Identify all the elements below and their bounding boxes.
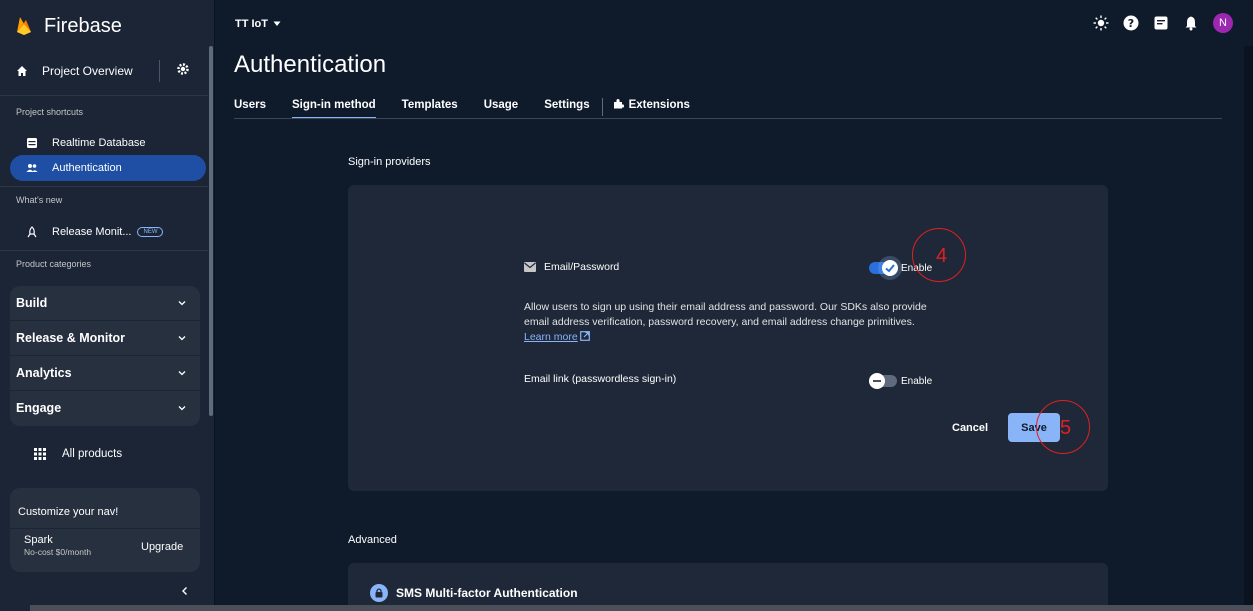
bell-icon[interactable]: [1183, 15, 1199, 31]
overview-divider: [159, 60, 160, 82]
category-label: Build: [16, 296, 48, 310]
tab-divider: [601, 98, 603, 116]
taskbar-strip: [30, 605, 1253, 611]
category-release-monitor[interactable]: Release & Monitor: [10, 321, 200, 355]
customize-nav-title: Customize your nav!: [18, 506, 119, 518]
extensions-icon: [613, 99, 624, 109]
tab-sign-in-method[interactable]: Sign-in method: [291, 96, 376, 119]
tab-extensions[interactable]: Extensions: [613, 96, 690, 118]
section-whats-new: What's new: [16, 195, 63, 205]
open-in-new-icon: [579, 331, 590, 341]
tab-settings[interactable]: Settings: [544, 96, 589, 118]
category-analytics[interactable]: Analytics: [10, 356, 200, 390]
sms-mfa-item[interactable]: SMS Multi-factor Authentication: [370, 584, 578, 602]
sidebar-item-authentication[interactable]: Authentication: [10, 155, 206, 181]
sidebar-divider: [0, 95, 208, 96]
sidebar-item-realtime-database[interactable]: Realtime Database: [10, 130, 206, 156]
apps-grid-icon: [34, 448, 46, 460]
sidebar-item-release-monitor[interactable]: Release Monit... NEW: [10, 219, 206, 245]
category-build[interactable]: Build: [10, 286, 200, 320]
plan-name: Spark: [24, 534, 53, 546]
project-name: TT IoT: [235, 18, 268, 30]
plan-info: Spark No-cost $0/month: [24, 534, 91, 558]
database-icon: [27, 138, 37, 148]
learn-more-link[interactable]: Learn more: [524, 331, 578, 343]
sign-in-providers-heading: Sign-in providers: [348, 156, 431, 168]
caret-down-icon: [273, 21, 281, 26]
tab-users[interactable]: Users: [234, 96, 266, 118]
sidebar-divider: [0, 250, 208, 251]
svg-text:?: ?: [1128, 17, 1134, 30]
cancel-button[interactable]: Cancel: [952, 422, 988, 434]
tab-bar: Users Sign-in method Templates Usage Set…: [234, 96, 716, 119]
sidebar-item-label: Authentication: [52, 162, 122, 174]
upgrade-button[interactable]: Upgrade: [141, 541, 183, 553]
plan-price: No-cost $0/month: [24, 547, 92, 557]
tab-usage[interactable]: Usage: [484, 96, 519, 118]
email-link-toggle[interactable]: [869, 373, 897, 389]
main-scrollbar[interactable]: [1244, 46, 1253, 611]
new-badge: NEW: [137, 227, 164, 237]
firebase-logo-icon: [17, 17, 31, 35]
section-product-categories: Product categories: [16, 259, 92, 269]
email-password-toggle[interactable]: [869, 260, 898, 276]
tab-extensions-label: Extensions: [628, 99, 690, 111]
people-icon: [26, 164, 38, 172]
category-label: Engage: [16, 401, 62, 415]
page-title: Authentication: [234, 51, 387, 78]
category-label: Release & Monitor: [16, 331, 126, 345]
description-text: Allow users to sign up using their email…: [524, 301, 927, 328]
minus-icon: [873, 380, 881, 382]
tab-templates[interactable]: Templates: [402, 96, 458, 118]
email-link-enable-label: Enable: [901, 376, 933, 387]
email-link-label: Email link (passwordless sign-in): [524, 373, 677, 385]
lock-icon: [370, 584, 388, 602]
sidebar: Firebase Project Overview Project shortc…: [0, 0, 215, 611]
customize-nav-card[interactable]: Customize your nav!: [10, 488, 200, 572]
avatar[interactable]: N: [1213, 13, 1233, 33]
category-engage[interactable]: Engage: [10, 391, 200, 425]
sidebar-scrollbar[interactable]: [209, 46, 213, 416]
top-bar: TT IoT ? N: [215, 0, 1253, 46]
project-overview-label: Project Overview: [42, 64, 133, 78]
check-icon: [885, 264, 895, 273]
tab-underline: [234, 118, 1222, 119]
sidebar-item-label: Realtime Database: [52, 137, 146, 149]
brand-header[interactable]: Firebase: [0, 5, 215, 47]
sidebar-item-label: Release Monit...: [52, 226, 132, 238]
home-icon: [17, 66, 27, 76]
sms-mfa-label: SMS Multi-factor Authentication: [396, 586, 578, 600]
annotation-number-4: 4: [936, 245, 948, 267]
advanced-heading: Advanced: [348, 534, 397, 546]
help-icon[interactable]: ?: [1123, 15, 1139, 31]
project-selector[interactable]: TT IoT: [235, 18, 281, 30]
mail-icon: [524, 262, 536, 272]
brand-name: Firebase: [44, 14, 122, 37]
all-products-link[interactable]: All products: [34, 448, 122, 460]
customize-divider: [10, 528, 200, 529]
rocket-icon: [27, 226, 37, 238]
chevron-down-icon: [178, 301, 186, 306]
sidebar-divider: [0, 186, 208, 187]
brightness-icon[interactable]: [1093, 15, 1109, 31]
annotation-number-5: 5: [1060, 417, 1072, 439]
email-password-provider: Email/Password: [524, 261, 619, 273]
chevron-down-icon: [178, 336, 186, 341]
gear-icon[interactable]: [176, 62, 190, 76]
feedback-icon[interactable]: [1153, 15, 1169, 31]
toggle-knob: [882, 260, 898, 276]
category-label: Analytics: [16, 366, 72, 380]
email-password-label: Email/Password: [544, 261, 620, 273]
toggle-knob: [869, 373, 885, 389]
all-products-label: All products: [62, 448, 123, 460]
product-categories: Build Release & Monitor Analytics Engage: [10, 286, 200, 426]
email-password-description: Allow users to sign up using their email…: [524, 300, 934, 345]
top-actions: ? N: [1079, 13, 1233, 33]
chevron-down-icon: [178, 371, 186, 376]
chevron-down-icon: [178, 406, 186, 411]
section-project-shortcuts: Project shortcuts: [16, 107, 84, 117]
chevron-left-icon[interactable]: [180, 586, 190, 596]
